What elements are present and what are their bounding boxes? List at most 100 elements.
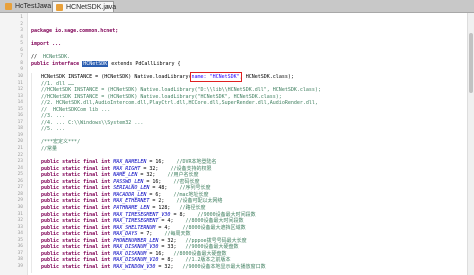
code-token: = 4; — [155, 224, 183, 231]
line-number: 22 — [17, 152, 23, 158]
code-comment: /***宏定义***/ — [41, 139, 81, 146]
line-number: 29 — [17, 198, 23, 204]
line-number: 39 — [17, 263, 23, 269]
code-token: public static final int — [41, 191, 114, 198]
code-comment: // HCNetSDKCom lib ... — [41, 106, 111, 113]
code-token: = 16; — [146, 159, 177, 166]
code-token: public static final int — [41, 204, 114, 211]
code-comment: //HCNetSDK INSTANCE = (HCNetSDK) Native.… — [41, 87, 321, 94]
code-line: public interface HCNetSDK extends PdCall… — [31, 60, 181, 67]
constant-name: MAX_WINDOW_V30 — [113, 263, 156, 270]
code-line: public static final int MAX_TIMESEGMENT … — [41, 218, 244, 224]
code-token: = 4; — [158, 218, 186, 225]
line-number: 30 — [17, 204, 23, 210]
code-token: package io.sage.common.hcnet; — [31, 28, 119, 35]
code-line: //HCNetSDK INSTANCE = (HCNetSDK) Native.… — [41, 87, 321, 93]
code-area[interactable]: package io.sage.common.hcnet; import ... /… — [31, 13, 468, 275]
code-comment: //用户名长度 — [167, 172, 199, 179]
code-comment: //9000设备最大硬盘数 — [185, 244, 239, 251]
code-token: = 8; — [158, 257, 186, 264]
code-token: = 6; — [146, 191, 174, 198]
constant-name: MAX_NAMELEN — [113, 159, 147, 166]
line-number: 28 — [17, 191, 23, 197]
tab-hcnetsdk-java[interactable]: HCNetSDK.java × — [52, 1, 116, 13]
line-number: 12 — [17, 87, 23, 93]
line-number: 18 — [17, 126, 23, 132]
code-token: = 32; — [155, 263, 183, 270]
code-line: //HCNetSDK INSTANCE = (HCNetSDK) Native.… — [41, 94, 282, 100]
code-line: public static final int MAX_DAYS = 7; //… — [41, 231, 190, 237]
line-number: 20 — [17, 139, 23, 145]
code-token: import ... — [31, 41, 62, 48]
line-number: 23 — [17, 159, 23, 165]
code-comment: //9000设备最大时间段数 — [197, 211, 256, 218]
line-number: 10 — [17, 73, 23, 79]
close-tab-icon[interactable]: × — [43, 1, 47, 12]
line-number: 31 — [17, 211, 23, 217]
code-token: = 32; — [158, 237, 186, 244]
code-token: public static final int — [41, 165, 114, 172]
selected-identifier: HCNetSDK — [82, 60, 109, 67]
code-token: public static final int — [41, 224, 114, 231]
code-comment: //2. HCNetSDK.dll,AudioIntercom.dll,Play… — [41, 100, 318, 107]
vertical-scrollbar[interactable] — [467, 13, 474, 275]
line-number: 8 — [20, 60, 23, 66]
line-number: 24 — [17, 165, 23, 171]
tab-hctestjava[interactable]: HcTestJava × — [2, 1, 51, 12]
line-number: 37 — [17, 250, 23, 256]
code-line: public static final int SERIALNO_LEN = 4… — [41, 185, 211, 191]
code-token: public static final int — [41, 178, 114, 185]
code-comment: //4. ... C:\\Windows\\System32 ... — [41, 119, 144, 126]
code-line: public static final int PATHNAME_LEN = 1… — [41, 205, 206, 211]
constant-name: NAME_LEN — [113, 172, 138, 179]
code-comment: //9000设备本地显示最大播放窗口数 — [182, 263, 266, 270]
line-number: 19 — [17, 132, 23, 138]
code-comment: //序列号长度 — [179, 185, 211, 192]
code-comment: //5. ... — [41, 126, 66, 133]
code-token: public static final int — [41, 257, 114, 264]
constant-name: PASSWD_LEN — [113, 178, 144, 185]
code-comment: //密码长度 — [173, 178, 200, 185]
line-number-gutter: 1 2 3 4 5 6 7 8 9 10 11 12 13 14 15 16 17 18 19 20 21 22 23 24 2… — [0, 13, 28, 275]
line-number: 16 — [17, 113, 23, 119]
line-number: 3 — [20, 28, 23, 34]
line-number: 32 — [17, 218, 23, 224]
code-line: public static final int MAX_DISKNUM_V30 … — [41, 244, 239, 250]
scrollbar-thumb[interactable] — [469, 33, 473, 93]
code-line: public static final int MAX_DISKNUM = 16… — [41, 251, 227, 257]
code-token: = 32; — [137, 172, 168, 179]
string-literal: name: "HCNetSDK" — [189, 71, 242, 82]
code-line: public static final int PASSWD_LEN = 16;… — [41, 179, 200, 185]
line-number: 14 — [17, 100, 23, 106]
code-comment: //1. dll …… — [41, 80, 75, 87]
code-comment: //路径长度 — [179, 204, 206, 211]
code-line: // HCNetSDK. — [31, 54, 70, 60]
line-number: 38 — [17, 257, 23, 263]
code-token: = 8; — [170, 211, 198, 218]
code-token: public static final int — [41, 218, 114, 225]
constant-name: MAX_ETHERNET — [113, 198, 150, 205]
java-file-icon — [5, 3, 12, 10]
code-line: public static final int PHONENUMBER_LEN … — [41, 238, 247, 244]
code-line: HCNetSDK INSTANCE = (HCNetSDK) Native.lo… — [41, 71, 294, 82]
code-editor[interactable]: 1 2 3 4 5 6 7 8 9 10 11 12 13 14 15 16 17 18 19 20 21 22 23 24 2… — [0, 13, 474, 275]
code-line: public static final int MAX_SHELTERNUM =… — [41, 225, 246, 231]
constant-name: MAX_DISKNUM — [113, 250, 147, 257]
code-token: // — [31, 54, 44, 61]
line-number: 33 — [17, 224, 23, 230]
code-comment: //8000设备最大遮挡区域数 — [182, 224, 246, 231]
code-line: //3. ... — [41, 113, 65, 119]
close-tab-icon[interactable]: × — [106, 2, 110, 13]
code-token: public static final int — [41, 244, 114, 251]
code-token: = 128; — [149, 204, 180, 211]
java-file-icon — [56, 4, 63, 11]
code-token: = 16; — [146, 250, 174, 257]
line-number: 15 — [17, 106, 23, 112]
code-token: public static final int — [41, 172, 114, 179]
code-token: public static final int — [41, 185, 114, 192]
constant-name: MAX_DISKNUM_V30 — [113, 244, 159, 251]
constant-name: MAX_TIMESEGMENT_V30 — [113, 211, 171, 218]
code-line: //1. dll …… — [41, 81, 74, 87]
code-comment: //1.2版本之前版本 — [185, 257, 231, 264]
code-comment: //设备支持的权限 — [170, 165, 212, 172]
